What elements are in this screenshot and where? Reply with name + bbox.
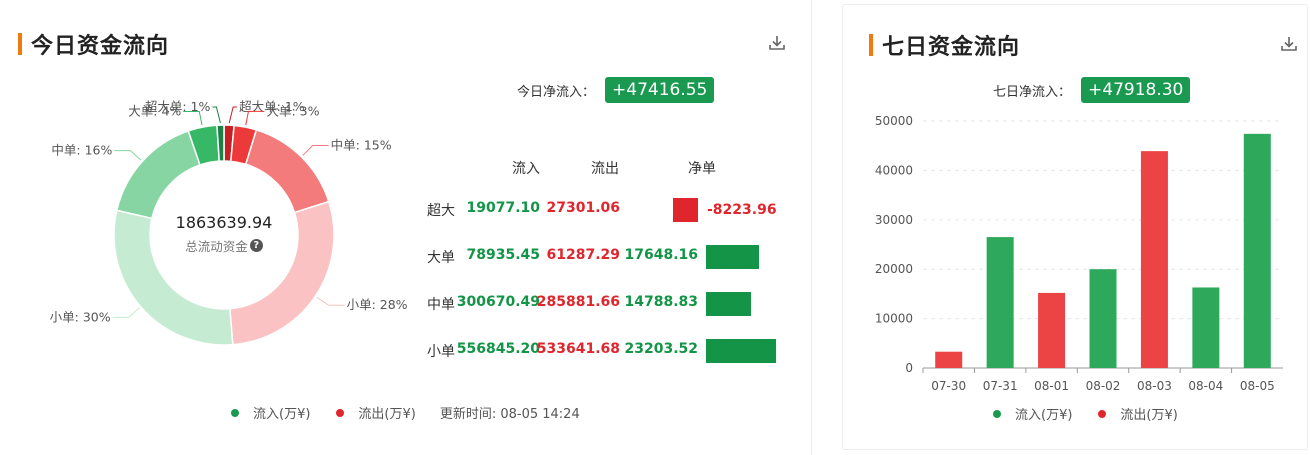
help-icon[interactable]: ? <box>249 239 263 252</box>
net-bar-large <box>706 245 760 269</box>
x-tick-label: 08-05 <box>1240 379 1275 393</box>
today-net-badge: +47416.55 <box>605 77 715 103</box>
bar-08-03[interactable] <box>1140 151 1168 368</box>
slice-leader-line <box>114 150 142 161</box>
week-net-label: 七日净流入： <box>993 84 1072 100</box>
slice-leader-line <box>302 144 329 156</box>
update-time: 更新时间: 08-05 14:24 <box>439 407 580 422</box>
today-net-label: 今日净流入： <box>517 84 596 100</box>
bar-08-02[interactable] <box>1089 269 1117 368</box>
outflow-dot-icon <box>336 408 345 417</box>
header-outflow: 流出 <box>591 161 619 177</box>
slice-label: 超大单: 1% <box>145 99 211 114</box>
week-panel: 七日资金流向 七日净流入： +47918.30 0 10000 20000 30000… <box>842 4 1308 450</box>
today-panel: 今日资金流向 超大单: 1% 大单: 3% 中单: 15% 小单: 28% 小单: 30… <box>0 0 812 455</box>
bar-08-05[interactable] <box>1243 133 1271 368</box>
slice-leader-line <box>112 307 140 318</box>
download-icon[interactable] <box>1279 34 1299 54</box>
y-tick-label: 40000 <box>875 163 913 177</box>
title-accent-bar <box>869 34 873 56</box>
slice-label: 中单: 16% <box>51 143 112 158</box>
donut-slice[interactable] <box>244 128 330 214</box>
bar-07-30[interactable] <box>935 351 963 368</box>
slice-label: 小单: 28% <box>347 297 408 312</box>
legend-item-inflow[interactable]: 流入(万¥) <box>231 403 310 422</box>
x-tick-label: 08-01 <box>1034 379 1069 393</box>
outflow-dot-icon <box>1098 409 1107 418</box>
title-accent-bar <box>18 33 22 55</box>
y-tick-label: 20000 <box>875 262 913 276</box>
total-label: 总流动资金 <box>185 239 248 254</box>
slice-leader-line <box>316 297 345 306</box>
legend-item-outflow[interactable]: 流出(万¥) <box>336 403 416 422</box>
x-tick-label: 07-30 <box>931 379 966 393</box>
legend-outflow-label: 流出(万¥) <box>1120 408 1178 423</box>
week-legend: 流入(万¥) 流出(万¥) <box>993 404 1204 423</box>
y-tick-label: 0 <box>905 361 913 375</box>
week-net-inflow: 七日净流入： +47918.30 <box>993 77 1191 103</box>
legend-item-inflow[interactable]: 流入(万¥) <box>993 404 1072 423</box>
donut-slice[interactable] <box>115 129 201 220</box>
row-medium-net: 14788.83 <box>624 294 698 310</box>
slice-label: 大单: 3% <box>266 103 319 118</box>
legend-outflow-label: 流出(万¥) <box>358 407 416 422</box>
download-icon[interactable] <box>767 33 787 53</box>
slice-leader-line <box>228 106 238 124</box>
legend-inflow-label: 流入(万¥) <box>253 407 311 422</box>
header-inflow: 流入 <box>512 161 540 177</box>
y-tick-label: 30000 <box>875 213 913 227</box>
x-tick-label: 08-02 <box>1086 379 1121 393</box>
today-legend: 流入(万¥) 流出(万¥) 更新时间: 08-05 14:24 <box>231 403 580 422</box>
y-tick-label: 10000 <box>875 312 913 326</box>
today-title: 今日资金流向 <box>18 28 169 60</box>
bar-07-31[interactable] <box>986 237 1014 368</box>
net-bar-small <box>706 339 776 363</box>
y-tick-label: 50000 <box>875 114 913 128</box>
bar-08-01[interactable] <box>1038 292 1066 368</box>
row-super-outflow: 27301.06 <box>546 200 620 216</box>
x-tick-label: 08-03 <box>1137 379 1172 393</box>
week-net-badge: +47918.30 <box>1081 77 1191 103</box>
row-large-net: 17648.16 <box>624 247 698 263</box>
inflow-dot-icon <box>993 409 1001 418</box>
slice-leader-line <box>212 106 221 124</box>
inflow-dot-icon <box>231 408 239 417</box>
today-title-text: 今日资金流向 <box>31 34 170 59</box>
week-title-text: 七日资金流向 <box>882 35 1021 60</box>
bar-08-04[interactable] <box>1192 287 1220 368</box>
net-bar-medium <box>706 292 751 316</box>
week-bar-chart: 0 10000 20000 30000 40000 50000 07-30 07-31 08-0… <box>875 114 1283 393</box>
row-small-net: 23203.52 <box>624 341 698 357</box>
total-value: 1863639.94 <box>175 213 273 232</box>
legend-item-outflow[interactable]: 流出(万¥) <box>1098 404 1178 423</box>
x-tick-label: 07-31 <box>983 379 1018 393</box>
slice-label: 小单: 30% <box>50 309 111 324</box>
today-net-inflow: 今日净流入： +47416.55 <box>517 77 715 103</box>
slice-label: 中单: 15% <box>331 137 392 152</box>
legend-inflow-label: 流入(万¥) <box>1015 408 1073 423</box>
row-super-net: -8223.96 <box>707 202 777 218</box>
x-tick-label: 08-04 <box>1188 379 1223 393</box>
week-title: 七日资金流向 <box>869 29 1020 61</box>
donut-center: 1863639.94 总流动资金 ? <box>154 213 294 255</box>
header-net: 净单 <box>688 161 716 177</box>
